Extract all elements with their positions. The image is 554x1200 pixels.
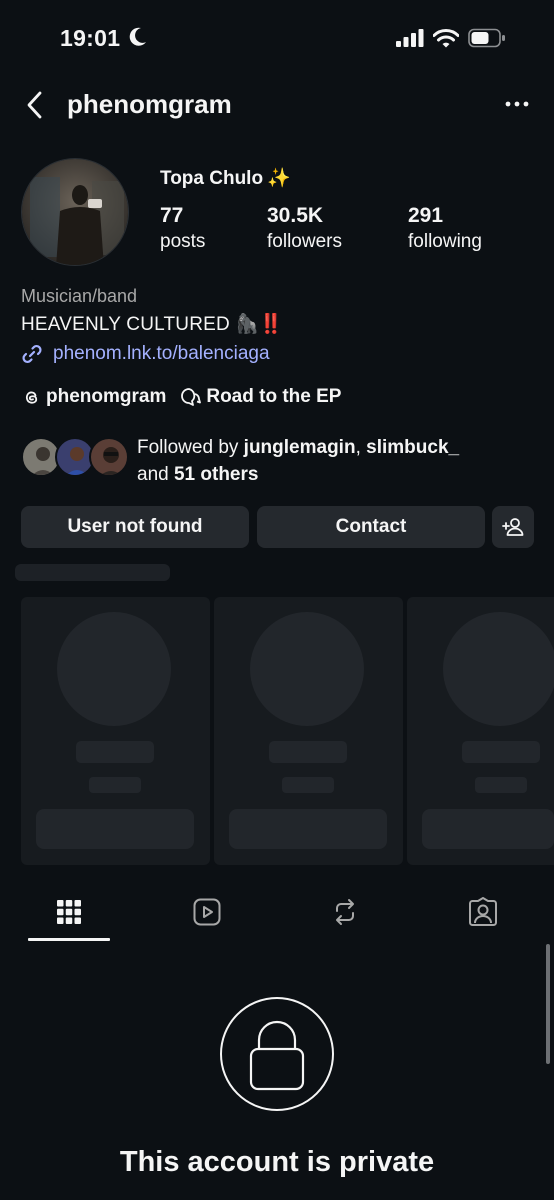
add-person-button[interactable]: [492, 506, 534, 548]
private-account-message: This account is private: [119, 1146, 435, 1178]
stat-following-label: following: [408, 231, 482, 252]
lock-icon: [249, 1020, 305, 1091]
followed-prefix: Followed by: [137, 437, 244, 458]
followed-by[interactable]: Followed by junglemagin, slimbuck_ and 5…: [21, 434, 541, 485]
sparkles-emoji: ✨: [267, 168, 291, 189]
chevron-left-icon[interactable]: [22, 90, 48, 120]
profile-bio: HEAVENLY CULTURED 🦍‼️: [21, 314, 284, 335]
tab-reposts[interactable]: [290, 884, 400, 940]
tab-tagged[interactable]: [428, 884, 538, 940]
threads-row: phenomgram Road to the EP: [21, 386, 341, 408]
profile-avatar[interactable]: [21, 158, 129, 266]
header-username: phenomgram: [67, 89, 232, 119]
stat-posts[interactable]: 77 posts: [160, 204, 205, 253]
contact-button[interactable]: Contact: [257, 506, 485, 548]
follower-avatar: [89, 437, 129, 477]
stat-posts-value: 77: [160, 204, 184, 227]
loading-suggestion-card: [214, 597, 403, 865]
followed-separator: ,: [355, 437, 367, 458]
loading-placeholder-title: [15, 564, 170, 581]
followed-by-text: Followed by junglemagin, slimbuck_ and 5…: [137, 434, 459, 488]
profile-header: phenomgram: [0, 80, 554, 130]
stat-following-value: 291: [408, 204, 444, 227]
user-not-found-button[interactable]: User not found: [21, 506, 249, 548]
link-icon: [22, 344, 42, 364]
threads-handle[interactable]: phenomgram: [46, 386, 166, 408]
active-tab-indicator: [28, 938, 110, 941]
profile-link-text[interactable]: phenom.lnk.to/balenciaga: [53, 343, 270, 365]
status-time: 19:01: [60, 25, 121, 51]
profile-link[interactable]: phenom.lnk.to/balenciaga: [21, 343, 270, 365]
stat-followers-value: 30.5K: [267, 204, 324, 227]
profile-category: Musician/band: [21, 286, 138, 306]
grid-icon: [57, 900, 81, 924]
follower-name-2[interactable]: slimbuck_: [366, 437, 459, 458]
loading-suggestion-card: [407, 597, 554, 865]
stat-followers[interactable]: 30.5K followers: [267, 204, 342, 253]
moon-icon: [129, 27, 146, 46]
scrollbar[interactable]: [546, 944, 550, 1064]
followed-and: and: [137, 464, 174, 485]
display-name: Topa Chulo ✨: [160, 166, 291, 190]
channel-name[interactable]: Road to the EP: [206, 386, 341, 408]
tagged-icon: [469, 897, 497, 926]
add-person-icon: [502, 518, 524, 536]
tab-grid[interactable]: [14, 884, 124, 940]
battery-icon: [468, 28, 505, 48]
broadcast-channel-icon[interactable]: [180, 387, 202, 407]
follower-name-1[interactable]: junglemagin: [244, 437, 356, 458]
display-name-text: Topa Chulo: [160, 168, 264, 189]
followed-others[interactable]: 51 others: [174, 464, 258, 485]
status-bar: 19:01: [0, 0, 554, 76]
reels-icon: [193, 898, 221, 926]
stat-followers-label: followers: [267, 231, 342, 252]
reposts-icon: [336, 899, 354, 925]
profile-tabs: [0, 884, 554, 942]
tab-reels[interactable]: [152, 884, 262, 940]
threads-icon[interactable]: [21, 387, 41, 407]
status-icons: [396, 28, 506, 48]
wifi-icon: [433, 28, 459, 47]
private-lock-badge: [220, 997, 334, 1111]
avatar-photo: [22, 159, 128, 265]
loading-suggestion-card: [21, 597, 210, 865]
cellular-signal-icon: [396, 29, 424, 47]
more-horizontal-icon[interactable]: [504, 94, 530, 114]
stat-posts-label: posts: [160, 231, 206, 252]
stat-following[interactable]: 291 following: [408, 204, 482, 253]
